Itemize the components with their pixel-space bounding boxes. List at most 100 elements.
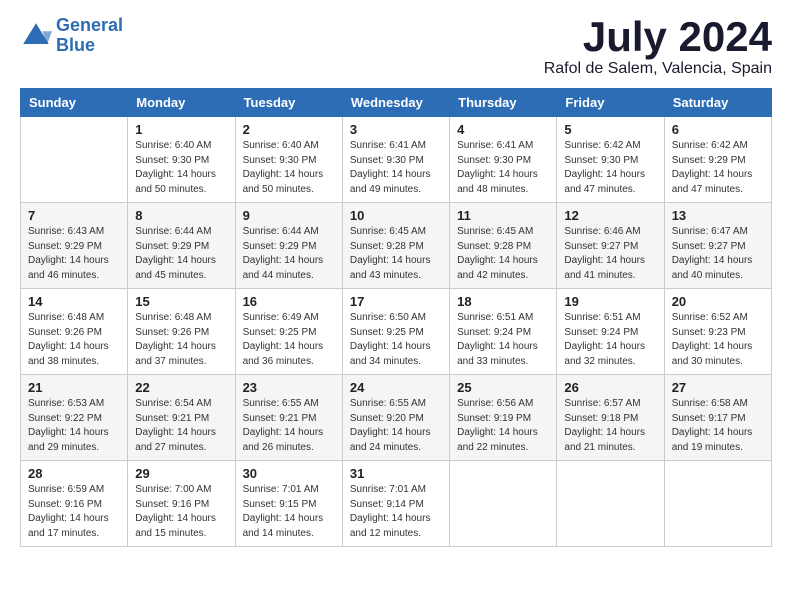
day-info: Sunrise: 6:48 AM Sunset: 9:26 PM Dayligh… [28, 311, 120, 369]
day-number: 7 [28, 208, 120, 223]
month-title: July 2024 [544, 16, 772, 58]
day-info: Sunrise: 6:42 AM Sunset: 9:29 PM Dayligh… [672, 139, 764, 197]
day-info: Sunrise: 6:40 AM Sunset: 9:30 PM Dayligh… [243, 139, 335, 197]
day-info: Sunrise: 7:01 AM Sunset: 9:14 PM Dayligh… [350, 483, 442, 541]
day-number: 14 [28, 294, 120, 309]
day-info: Sunrise: 6:53 AM Sunset: 9:22 PM Dayligh… [28, 397, 120, 455]
day-info: Sunrise: 6:58 AM Sunset: 9:17 PM Dayligh… [672, 397, 764, 455]
day-info: Sunrise: 6:43 AM Sunset: 9:29 PM Dayligh… [28, 225, 120, 283]
day-number: 23 [243, 380, 335, 395]
day-info: Sunrise: 6:42 AM Sunset: 9:30 PM Dayligh… [564, 139, 656, 197]
location-title: Rafol de Salem, Valencia, Spain [544, 60, 772, 78]
day-cell: 11 Sunrise: 6:45 AM Sunset: 9:28 PM Dayli… [450, 203, 557, 289]
day-number: 28 [28, 466, 120, 481]
day-info: Sunrise: 6:59 AM Sunset: 9:16 PM Dayligh… [28, 483, 120, 541]
day-cell: 3Sunrise: 6:41 AM Sunset: 9:30 PM Daylig… [342, 117, 449, 203]
week-row-2: 14 Sunrise: 6:48 AM Sunset: 9:26 PM Dayli… [21, 289, 772, 375]
day-info: Sunrise: 6:41 AM Sunset: 9:30 PM Dayligh… [350, 139, 442, 197]
day-cell: 9 Sunrise: 6:44 AM Sunset: 9:29 PM Daylig… [235, 203, 342, 289]
day-info: Sunrise: 6:54 AM Sunset: 9:21 PM Dayligh… [135, 397, 227, 455]
day-info: Sunrise: 6:56 AM Sunset: 9:19 PM Dayligh… [457, 397, 549, 455]
header-monday: Monday [128, 89, 235, 117]
day-number: 19 [564, 294, 656, 309]
day-number: 20 [672, 294, 764, 309]
day-cell: 24 Sunrise: 6:55 AM Sunset: 9:20 PM Dayli… [342, 375, 449, 461]
logo-line1: General [56, 15, 123, 35]
day-cell [450, 461, 557, 547]
day-number: 5 [564, 122, 656, 137]
day-number: 25 [457, 380, 549, 395]
day-cell: 13 Sunrise: 6:47 AM Sunset: 9:27 PM Dayli… [664, 203, 771, 289]
day-info: Sunrise: 6:46 AM Sunset: 9:27 PM Dayligh… [564, 225, 656, 283]
day-info: Sunrise: 6:40 AM Sunset: 9:30 PM Dayligh… [135, 139, 227, 197]
day-info: Sunrise: 6:50 AM Sunset: 9:25 PM Dayligh… [350, 311, 442, 369]
day-cell: 12 Sunrise: 6:46 AM Sunset: 9:27 PM Dayli… [557, 203, 664, 289]
day-number: 8 [135, 208, 227, 223]
day-cell: 20 Sunrise: 6:52 AM Sunset: 9:23 PM Dayli… [664, 289, 771, 375]
day-number: 18 [457, 294, 549, 309]
day-cell: 22 Sunrise: 6:54 AM Sunset: 9:21 PM Dayli… [128, 375, 235, 461]
day-cell: 18 Sunrise: 6:51 AM Sunset: 9:24 PM Dayli… [450, 289, 557, 375]
day-number: 31 [350, 466, 442, 481]
day-cell: 8Sunrise: 6:44 AM Sunset: 9:29 PM Daylig… [128, 203, 235, 289]
header-friday: Friday [557, 89, 664, 117]
day-number: 13 [672, 208, 764, 223]
day-cell: 21 Sunrise: 6:53 AM Sunset: 9:22 PM Dayli… [21, 375, 128, 461]
day-cell: 25 Sunrise: 6:56 AM Sunset: 9:19 PM Dayli… [450, 375, 557, 461]
week-row-4: 28 Sunrise: 6:59 AM Sunset: 9:16 PM Dayli… [21, 461, 772, 547]
day-number: 6 [672, 122, 764, 137]
day-number: 11 [457, 208, 549, 223]
day-info: Sunrise: 6:45 AM Sunset: 9:28 PM Dayligh… [457, 225, 549, 283]
day-info: Sunrise: 6:47 AM Sunset: 9:27 PM Dayligh… [672, 225, 764, 283]
day-number: 12 [564, 208, 656, 223]
day-cell: 30Sunrise: 7:01 AM Sunset: 9:15 PM Dayli… [235, 461, 342, 547]
day-number: 4 [457, 122, 549, 137]
day-info: Sunrise: 6:55 AM Sunset: 9:20 PM Dayligh… [350, 397, 442, 455]
day-number: 21 [28, 380, 120, 395]
day-number: 22 [135, 380, 227, 395]
day-info: Sunrise: 6:48 AM Sunset: 9:26 PM Dayligh… [135, 311, 227, 369]
day-info: Sunrise: 6:51 AM Sunset: 9:24 PM Dayligh… [457, 311, 549, 369]
day-info: Sunrise: 6:55 AM Sunset: 9:21 PM Dayligh… [243, 397, 335, 455]
week-row-1: 7 Sunrise: 6:43 AM Sunset: 9:29 PM Daylig… [21, 203, 772, 289]
header-sunday: Sunday [21, 89, 128, 117]
title-area: July 2024 Rafol de Salem, Valencia, Spai… [544, 16, 772, 78]
header-row: SundayMondayTuesdayWednesdayThursdayFrid… [21, 89, 772, 117]
day-cell [557, 461, 664, 547]
day-info: Sunrise: 6:52 AM Sunset: 9:23 PM Dayligh… [672, 311, 764, 369]
day-cell: 5 Sunrise: 6:42 AM Sunset: 9:30 PM Daylig… [557, 117, 664, 203]
day-number: 29 [135, 466, 227, 481]
day-info: Sunrise: 6:45 AM Sunset: 9:28 PM Dayligh… [350, 225, 442, 283]
day-cell: 17 Sunrise: 6:50 AM Sunset: 9:25 PM Dayli… [342, 289, 449, 375]
day-number: 2 [243, 122, 335, 137]
day-cell: 28 Sunrise: 6:59 AM Sunset: 9:16 PM Dayli… [21, 461, 128, 547]
day-cell: 19 Sunrise: 6:51 AM Sunset: 9:24 PM Dayli… [557, 289, 664, 375]
day-info: Sunrise: 6:51 AM Sunset: 9:24 PM Dayligh… [564, 311, 656, 369]
day-number: 26 [564, 380, 656, 395]
day-number: 24 [350, 380, 442, 395]
day-cell: 16Sunrise: 6:49 AM Sunset: 9:25 PM Dayli… [235, 289, 342, 375]
week-row-3: 21 Sunrise: 6:53 AM Sunset: 9:22 PM Dayli… [21, 375, 772, 461]
week-row-0: 1Sunrise: 6:40 AM Sunset: 9:30 PM Daylig… [21, 117, 772, 203]
day-cell: 6 Sunrise: 6:42 AM Sunset: 9:29 PM Daylig… [664, 117, 771, 203]
day-cell: 7 Sunrise: 6:43 AM Sunset: 9:29 PM Daylig… [21, 203, 128, 289]
day-cell: 14 Sunrise: 6:48 AM Sunset: 9:26 PM Dayli… [21, 289, 128, 375]
day-number: 9 [243, 208, 335, 223]
day-number: 17 [350, 294, 442, 309]
header-tuesday: Tuesday [235, 89, 342, 117]
day-cell: 10 Sunrise: 6:45 AM Sunset: 9:28 PM Dayli… [342, 203, 449, 289]
day-info: Sunrise: 7:01 AM Sunset: 9:15 PM Dayligh… [243, 483, 335, 541]
day-number: 27 [672, 380, 764, 395]
day-cell: 1Sunrise: 6:40 AM Sunset: 9:30 PM Daylig… [128, 117, 235, 203]
day-info: Sunrise: 6:44 AM Sunset: 9:29 PM Dayligh… [243, 225, 335, 283]
day-number: 10 [350, 208, 442, 223]
logo-icon [20, 20, 52, 52]
page-header: General Blue July 2024 Rafol de Salem, V… [20, 16, 772, 78]
day-number: 16 [243, 294, 335, 309]
day-cell: 27 Sunrise: 6:58 AM Sunset: 9:17 PM Dayli… [664, 375, 771, 461]
logo-line2: Blue [56, 35, 95, 55]
day-cell [664, 461, 771, 547]
day-cell: 4Sunrise: 6:41 AM Sunset: 9:30 PM Daylig… [450, 117, 557, 203]
day-info: Sunrise: 6:57 AM Sunset: 9:18 PM Dayligh… [564, 397, 656, 455]
day-cell [21, 117, 128, 203]
